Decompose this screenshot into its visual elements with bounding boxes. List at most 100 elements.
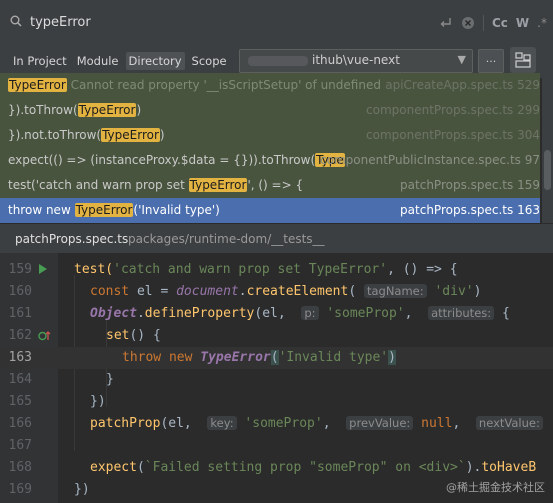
code-text: patchProp(el, key: 'someProp', prevValue… xyxy=(90,416,543,431)
code-text: } xyxy=(106,372,114,387)
code-token: null xyxy=(413,416,453,431)
find-in-path-popup: Cc W .* In Project Module Directory Scop… xyxy=(0,0,553,503)
separator xyxy=(483,15,484,31)
result-context: expect(() => (instanceProxy.$data = {}))… xyxy=(8,153,316,167)
code-text: }) xyxy=(90,394,106,409)
code-line: 167 xyxy=(0,435,553,457)
line-number: 169 xyxy=(8,482,32,497)
search-input[interactable] xyxy=(30,12,330,32)
result-context: ('Invalid type') xyxy=(133,203,220,217)
line-number: 165 xyxy=(8,394,32,409)
paren-match: ) xyxy=(388,350,396,365)
result-file: patchProps.spec.ts 159 xyxy=(400,178,540,192)
code-token: ( xyxy=(348,284,364,299)
line-number: 164 xyxy=(8,372,32,387)
match-highlight: TypeError xyxy=(101,128,160,142)
override-method-icon[interactable] xyxy=(38,330,52,342)
code-token: . xyxy=(136,306,145,321)
result-context: }).toThrow( xyxy=(8,103,78,117)
line-number: 161 xyxy=(8,306,32,321)
scope-tabs: In Project Module Directory Scope xyxy=(10,52,230,70)
result-text: expect(() => (instanceProxy.$data = {}))… xyxy=(8,153,345,167)
filter-button[interactable] xyxy=(510,47,536,73)
code-token: patchProp xyxy=(90,416,161,431)
result-row[interactable]: TypeError Cannot read property '__isScri… xyxy=(0,73,540,98)
whole-words-button[interactable]: W xyxy=(516,16,529,30)
watermark: @稀土掘金技术社区 xyxy=(446,481,545,494)
preview-header: patchProps.spec.ts packages/runtime-dom/… xyxy=(0,223,553,254)
code-token: () { xyxy=(129,328,161,343)
redacted-path xyxy=(248,56,308,66)
code-line-current: 163 throw new TypeError('Invalid type') xyxy=(0,347,553,369)
code-token: 'div' xyxy=(426,284,474,299)
code-token: throw new xyxy=(122,350,193,365)
code-line: 168 expect(`Failed setting prop "somePro… xyxy=(0,457,553,479)
line-number: 159 xyxy=(8,262,32,277)
code-line: 159 test('catch and warn prop set TypeEr… xyxy=(0,259,553,281)
result-text: test('catch and warn prop set TypeError'… xyxy=(8,178,303,192)
results-list: TypeError Cannot read property '__isScri… xyxy=(0,73,540,223)
result-context: ) xyxy=(159,128,165,142)
result-file: componentProps.spec.ts 304 xyxy=(366,128,540,142)
browse-button[interactable]: ... xyxy=(478,49,504,73)
code-token: 'Invalid type' xyxy=(278,350,389,365)
directory-value: ithub\vue-next xyxy=(312,53,400,67)
regex-button[interactable]: .* xyxy=(537,16,547,30)
code-token: defineProperty xyxy=(144,306,255,321)
result-text: }).not.toThrow(TypeError) xyxy=(8,128,165,142)
param-hint: key: xyxy=(207,416,237,430)
match-case-button[interactable]: Cc xyxy=(492,16,508,30)
search-bar: Cc W .* xyxy=(0,0,553,45)
code-text: Object.defineProperty(el, p: 'someProp',… xyxy=(90,306,510,321)
match-highlight: TypeError xyxy=(8,78,67,92)
code-line: 165 }) xyxy=(0,391,553,413)
code-text: set() { xyxy=(106,328,161,343)
clear-icon[interactable] xyxy=(461,16,475,30)
chevron-down-icon: ▼ xyxy=(457,53,466,66)
filter-icon xyxy=(515,52,531,68)
result-context: }).not.toThrow( xyxy=(8,128,102,142)
directory-select[interactable]: ithub\vue-next ▼ xyxy=(239,49,473,73)
result-context: ) xyxy=(136,103,142,117)
param-hint: attributes: xyxy=(428,306,495,320)
param-hint: prevValue: xyxy=(346,416,414,430)
code-token: el = xyxy=(129,284,177,299)
param-hint: p: xyxy=(301,306,319,320)
newline-icon[interactable] xyxy=(439,16,453,30)
line-number: 166 xyxy=(8,416,32,431)
code-line: 164 } xyxy=(0,369,553,391)
code-preview[interactable]: 159 test('catch and warn prop set TypeEr… xyxy=(0,253,553,503)
code-token: expect xyxy=(90,460,137,475)
preview-file-name: patchProps.spec.ts xyxy=(15,232,129,246)
code-token: (el, xyxy=(254,306,302,321)
code-line: 162 set() { xyxy=(0,325,553,347)
code-token: TypeError xyxy=(200,350,271,365)
results-scrollbar[interactable] xyxy=(542,73,553,223)
code-token: test( xyxy=(74,262,114,277)
match-highlight: TypeError xyxy=(74,203,134,217)
result-text: throw new TypeError('Invalid type') xyxy=(8,203,220,217)
result-row-selected[interactable]: throw new TypeError('Invalid type') patc… xyxy=(0,198,540,223)
tab-scope[interactable]: Scope xyxy=(189,52,230,70)
result-text: TypeError Cannot read property '__isScri… xyxy=(8,78,381,92)
tab-in-project[interactable]: In Project xyxy=(10,52,70,70)
code-token: (el, xyxy=(160,416,208,431)
results-scroll-thumb[interactable] xyxy=(544,150,551,190)
code-token: { xyxy=(494,306,510,321)
match-highlight: TypeError xyxy=(77,103,137,117)
result-row[interactable]: test('catch and warn prop set TypeError'… xyxy=(0,173,540,198)
result-row[interactable]: }).toThrow(TypeError) componentProps.spe… xyxy=(0,98,540,123)
result-text: }).toThrow(TypeError) xyxy=(8,103,141,117)
tab-directory[interactable]: Directory xyxy=(125,52,185,70)
line-number: 162 xyxy=(8,328,32,343)
code-token: createElement xyxy=(246,284,349,299)
code-text: throw new TypeError('Invalid type') xyxy=(122,350,396,365)
result-row[interactable]: }).not.toThrow(TypeError) componentProps… xyxy=(0,123,540,148)
code-token: , xyxy=(322,416,347,431)
result-row[interactable]: expect(() => (instanceProxy.$data = {}))… xyxy=(0,148,540,173)
code-token: , xyxy=(404,306,429,321)
code-token: toHaveB xyxy=(481,460,537,475)
run-test-icon[interactable] xyxy=(38,264,48,274)
param-hint: tagName: xyxy=(363,284,427,298)
tab-module[interactable]: Module xyxy=(74,52,122,70)
